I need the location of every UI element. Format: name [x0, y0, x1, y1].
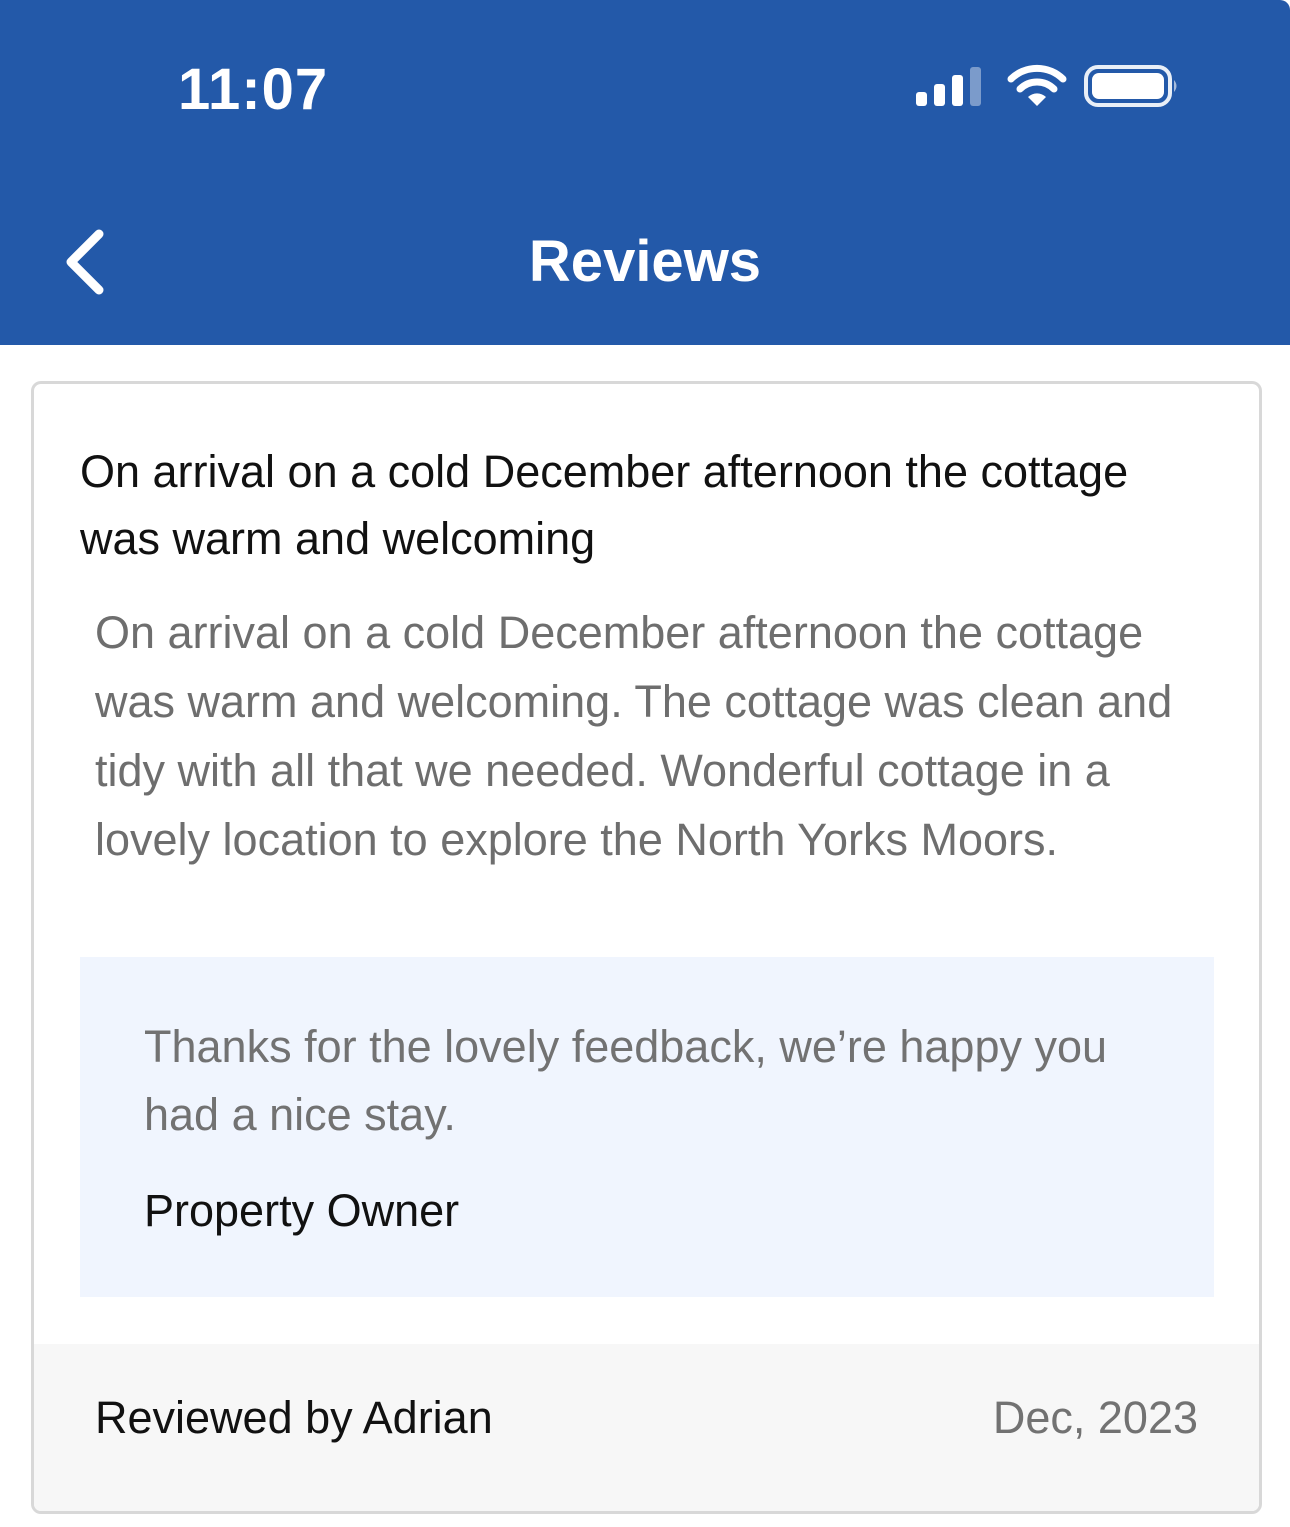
owner-reply: Thanks for the lovely feedback, we’re ha…: [80, 957, 1214, 1297]
review-card: On arrival on a cold December afternoon …: [31, 381, 1262, 1514]
reviewer-name: Reviewed by Adrian: [95, 1392, 493, 1443]
app-header: 11:07 Reviews: [0, 0, 1290, 345]
cellular-signal-icon: [916, 67, 981, 106]
owner-reply-author: Property Owner: [144, 1185, 460, 1236]
battery-icon: [1084, 65, 1177, 107]
page-title: Reviews: [528, 229, 762, 294]
owner-reply-text: Thanks for the lovely feedback, we’re ha…: [144, 1021, 1108, 1140]
wifi-icon: [1007, 64, 1067, 106]
status-time: 11:07: [178, 57, 329, 122]
status-icons: [910, 62, 1190, 112]
review-date: Dec, 2023: [992, 1392, 1198, 1443]
review-body: On arrival on a cold December afternoon …: [95, 607, 1173, 865]
review-footer: Reviewed by Adrian Dec, 2023: [34, 1344, 1259, 1511]
review-title: On arrival on a cold December afternoon …: [80, 446, 1129, 564]
